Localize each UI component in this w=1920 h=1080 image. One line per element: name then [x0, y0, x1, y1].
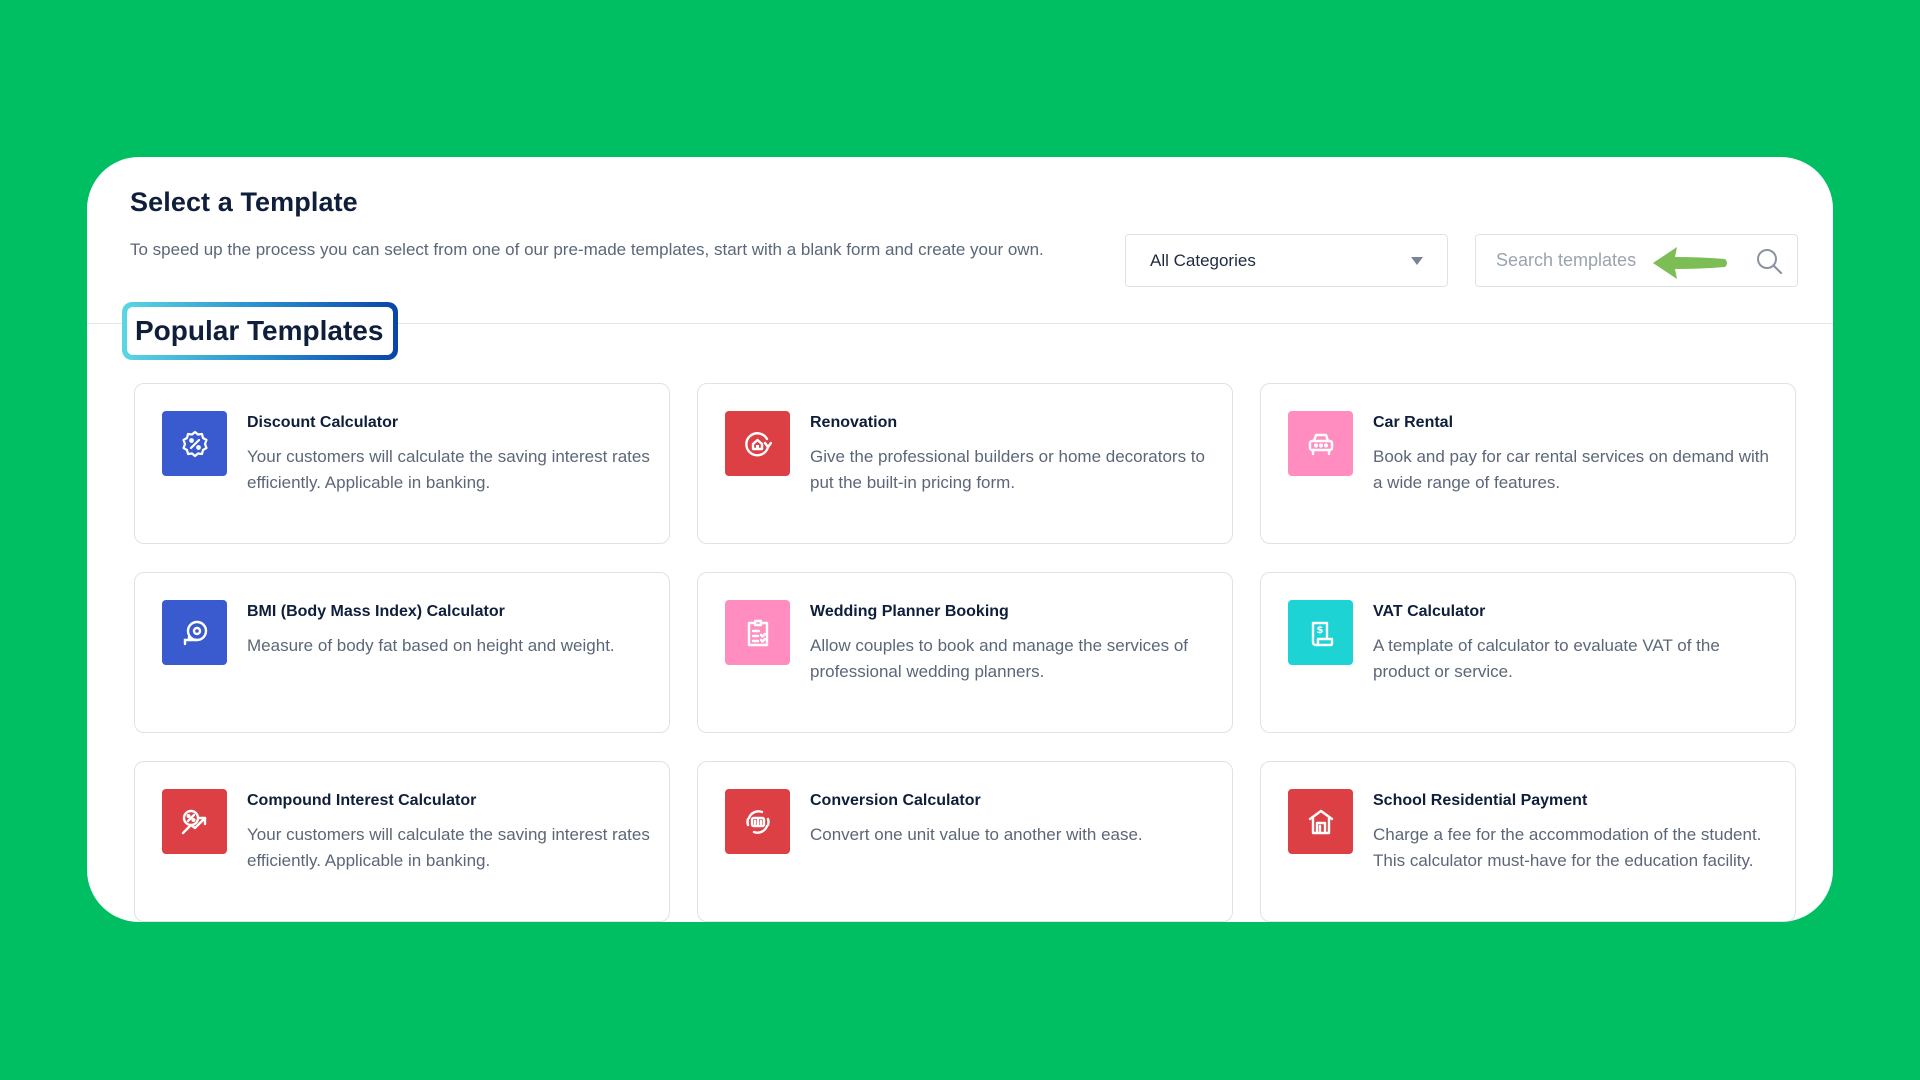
page-description: To speed up the process you can select f…: [130, 240, 1044, 259]
template-card-vat-calculator[interactable]: $ VAT Calculator A template of calculato…: [1260, 572, 1796, 733]
category-selected-value: All Categories: [1150, 250, 1256, 270]
template-title: Car Rental: [1373, 414, 1454, 431]
template-title: Discount Calculator: [247, 414, 399, 431]
search-icon[interactable]: [1755, 247, 1783, 275]
clipboard-heart-icon: [725, 600, 790, 665]
template-title: Conversion Calculator: [810, 792, 981, 809]
template-card-discount-calculator[interactable]: Discount Calculator Your customers will …: [134, 383, 670, 544]
template-description: Book and pay for car rental services on …: [1373, 447, 1769, 492]
template-card-conversion-calculator[interactable]: Conversion Calculator Convert one unit v…: [697, 761, 1233, 922]
annotation-arrow-icon: [1653, 247, 1727, 279]
template-title: BMI (Body Mass Index) Calculator: [247, 603, 505, 620]
template-description: Convert one unit value to another with e…: [810, 825, 1143, 844]
school-building-icon: [1288, 789, 1353, 854]
search-input[interactable]: [1496, 250, 1666, 271]
template-selector-panel: Select a Template To speed up the proces…: [87, 157, 1833, 922]
template-description: Your customers will calculate the saving…: [247, 447, 650, 492]
template-card-renovation[interactable]: Renovation Give the professional builder…: [697, 383, 1233, 544]
discount-badge-icon: [162, 411, 227, 476]
conversion-cycle-icon: [725, 789, 790, 854]
template-title: Wedding Planner Booking: [810, 603, 1009, 620]
template-card-school-residential-payment[interactable]: School Residential Payment Charge a fee …: [1260, 761, 1796, 922]
svg-text:$: $: [1316, 625, 1323, 636]
template-description: Measure of body fat based on height and …: [247, 636, 615, 655]
template-card-car-rental[interactable]: Car Rental Book and pay for car rental s…: [1260, 383, 1796, 544]
house-refresh-icon: [725, 411, 790, 476]
receipt-dollar-icon: $: [1288, 600, 1353, 665]
template-card-compound-interest-calculator[interactable]: Compound Interest Calculator Your custom…: [134, 761, 670, 922]
template-grid: Discount Calculator Your customers will …: [134, 383, 1796, 922]
popular-templates-highlight: Popular Templates: [122, 302, 398, 360]
template-title: Compound Interest Calculator: [247, 792, 477, 809]
template-description: Give the professional builders or home d…: [810, 447, 1205, 492]
template-title: VAT Calculator: [1373, 603, 1486, 620]
template-card-wedding-planner-booking[interactable]: Wedding Planner Booking Allow couples to…: [697, 572, 1233, 733]
template-card-bmi-calculator[interactable]: BMI (Body Mass Index) Calculator Measure…: [134, 572, 670, 733]
template-description: Allow couples to book and manage the ser…: [810, 636, 1189, 681]
car-icon: [1288, 411, 1353, 476]
template-title: Renovation: [810, 414, 898, 431]
page-title: Select a Template: [130, 187, 358, 217]
template-title: School Residential Payment: [1373, 792, 1588, 809]
category-dropdown[interactable]: All Categories: [1125, 234, 1448, 287]
chevron-down-icon: [1411, 256, 1423, 265]
search-field: [1475, 234, 1798, 287]
template-description: Charge a fee for the accommodation of th…: [1373, 825, 1762, 870]
section-title: Popular Templates: [135, 315, 384, 346]
template-description: A template of calculator to evaluate VAT…: [1373, 636, 1720, 681]
measuring-tape-icon: [162, 600, 227, 665]
interest-growth-icon: [162, 789, 227, 854]
template-description: Your customers will calculate the saving…: [247, 825, 650, 870]
